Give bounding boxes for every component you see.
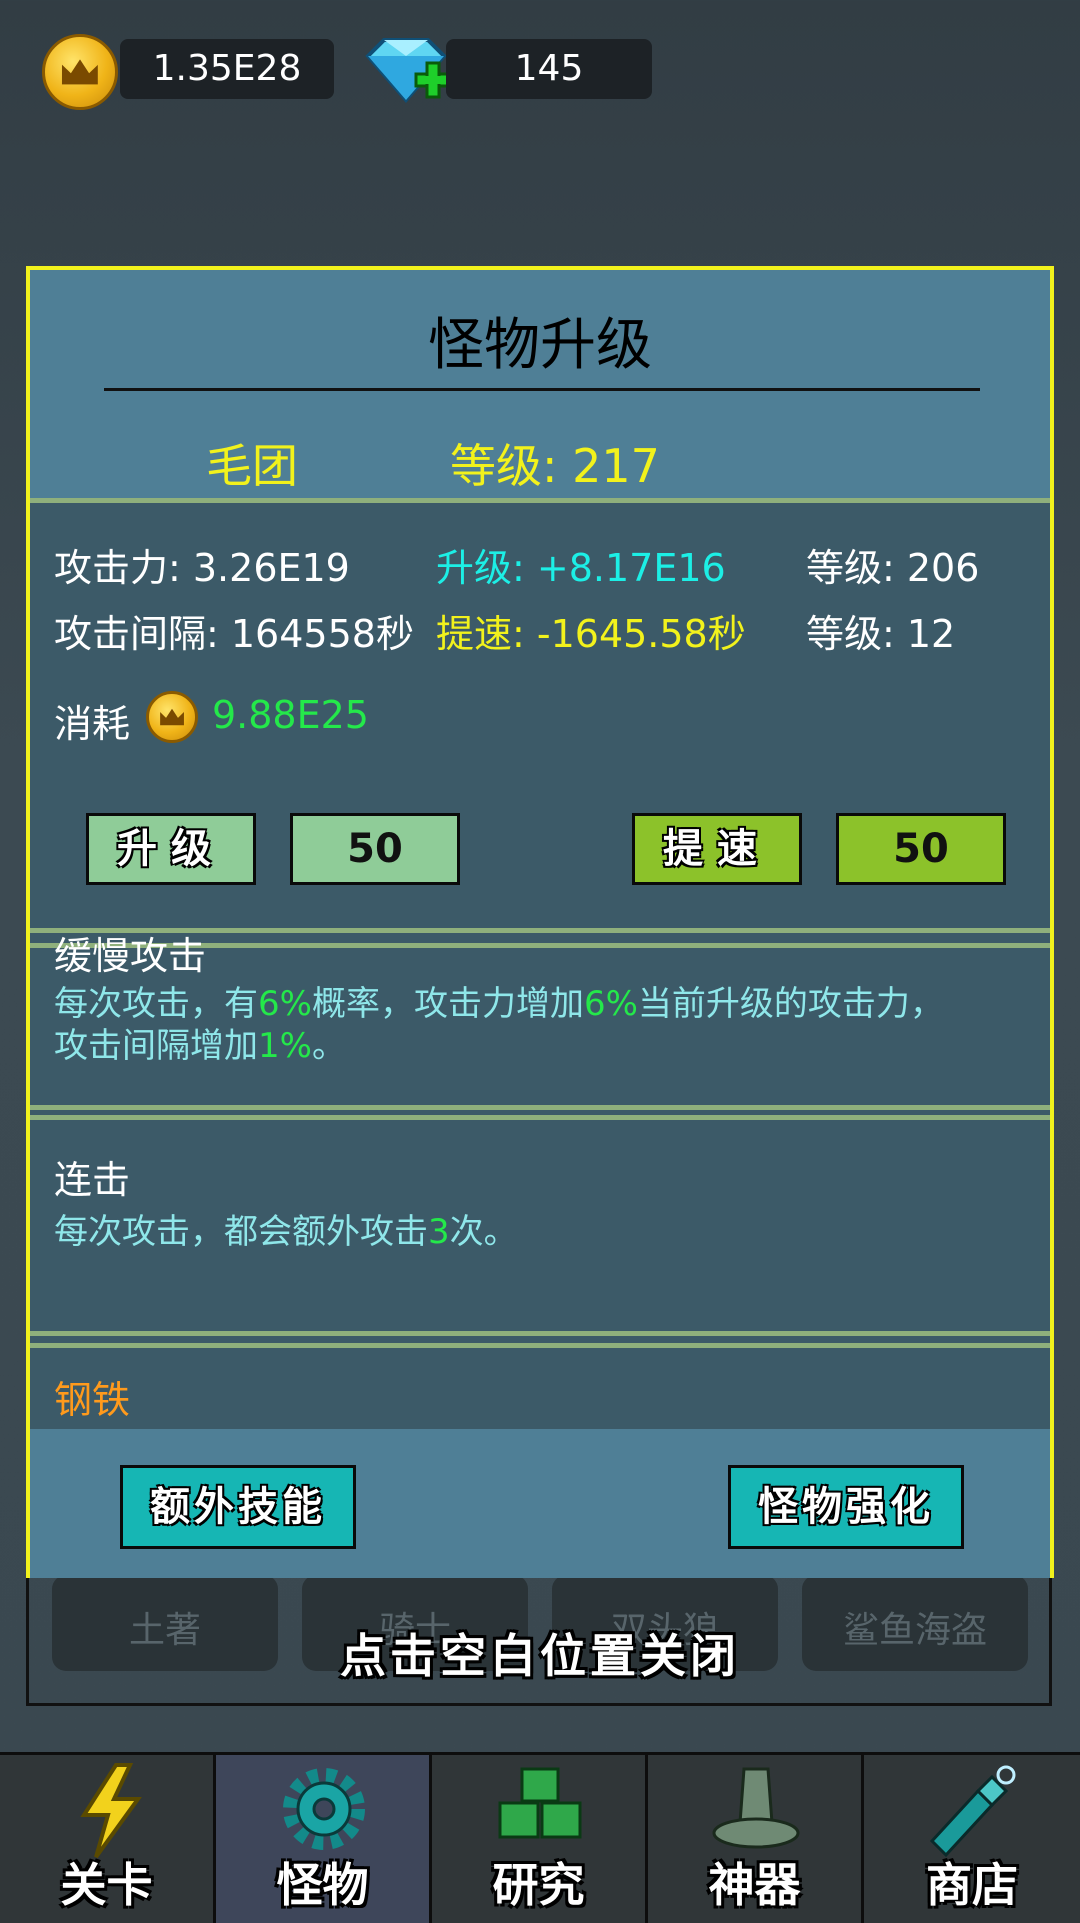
upgrade-button-label: 升级 (117, 826, 225, 872)
lightning-icon (80, 1763, 142, 1859)
bottle-icon (929, 1765, 1016, 1858)
extra-skill-button[interactable]: 额外技能 (120, 1465, 356, 1549)
upgrade-quantity-label: 50 (347, 826, 403, 872)
title-divider (104, 388, 980, 391)
skill-value: 6% (258, 984, 312, 1024)
bottom-nav: 关卡 怪物 研究 神器 商店 (0, 1752, 1080, 1923)
tab-stage[interactable]: 关卡 (0, 1755, 216, 1923)
tab-monster[interactable]: 怪物 (216, 1755, 432, 1923)
skill-text: 。 (311, 1026, 346, 1066)
skill-description: 每次攻击，都会额外攻击3次。 (54, 1211, 1014, 1253)
skill-value: 1% (258, 1026, 312, 1066)
monster-level: 等级: 217 (450, 439, 660, 493)
skill-title: 缓慢攻击 (54, 934, 207, 978)
attack-stat: 攻击力: 3.26E19 (54, 546, 350, 590)
skill-text: 当前升级的攻击力， (637, 984, 944, 1024)
skill-text: 概率，攻击力增加 (311, 984, 584, 1024)
skill-description: 每次攻击，有6%概率，攻击力增加6%当前升级的攻击力， 攻击间隔增加1%。 (54, 983, 1014, 1067)
diamond-value: 145 (514, 48, 584, 89)
dialog-title: 怪物升级 (428, 313, 652, 378)
divider (30, 1115, 1050, 1120)
gold-coin-icon (42, 34, 118, 110)
tab-shop[interactable]: 商店 (864, 1755, 1080, 1923)
tab-label: 神器 (708, 1858, 801, 1912)
close-hint[interactable]: 点击空白位置关闭 (0, 1620, 1080, 1686)
skill-title: 连击 (54, 1158, 131, 1202)
skill-title: 钢铁 (54, 1378, 131, 1422)
attack-level: 等级: 206 (806, 546, 980, 590)
stats-section: 攻击力: 3.26E19 升级: +8.17E16 等级: 206 攻击间隔: … (30, 503, 1050, 931)
cost-value: 9.88E25 (212, 693, 369, 737)
speed-quantity-label: 50 (893, 826, 949, 872)
skill-value: 6% (583, 984, 638, 1024)
skill-text: 攻击间隔增加 (54, 1026, 258, 1066)
blocks-icon (498, 1767, 582, 1839)
tab-artifact[interactable]: 神器 (648, 1755, 864, 1923)
speed-quantity-button[interactable]: 50 (836, 813, 1006, 885)
dialog-footer: 额外技能 怪物强化 (30, 1429, 1050, 1578)
upgrade-button[interactable]: 升级 (86, 813, 256, 885)
bell-icon (712, 1767, 800, 1849)
monster-enhance-label: 怪物强化 (758, 1484, 934, 1530)
monster-name: 毛团 (206, 439, 298, 493)
monster-upgrade-dialog: 怪物升级 毛团 等级: 217 攻击力: 3.26E19 升级: +8.17E1… (26, 266, 1054, 1578)
cost-label: 消耗 (54, 702, 131, 746)
tab-label: 商店 (926, 1858, 1018, 1912)
divider (30, 1331, 1050, 1336)
tab-label: 关卡 (60, 1858, 153, 1912)
skill-text: 每次攻击，都会额外攻击 (54, 1212, 428, 1252)
monster-enhance-button[interactable]: 怪物强化 (728, 1465, 964, 1549)
speed-level: 等级: 12 (806, 612, 956, 656)
upgrade-quantity-button[interactable]: 50 (290, 813, 460, 885)
divider (30, 1343, 1050, 1348)
tab-label: 研究 (492, 1858, 585, 1912)
tab-research[interactable]: 研究 (432, 1755, 648, 1923)
speed-button[interactable]: 提速 (632, 813, 802, 885)
diamond-amount: 145 (446, 39, 652, 99)
extra-skill-label: 额外技能 (150, 1484, 326, 1530)
diamond-plus-icon[interactable] (358, 34, 454, 110)
gold-value: 1.35E28 (152, 48, 302, 89)
interval-stat: 攻击间隔: 164558秒 (54, 612, 414, 656)
gear-icon (283, 1768, 365, 1850)
speed-button-label: 提速 (663, 826, 771, 872)
upgrade-gain: 升级: +8.17E16 (436, 546, 726, 590)
speed-gain: 提速: -1645.58秒 (436, 612, 746, 656)
gold-coin-icon (146, 691, 198, 743)
skill-text: 次。 (449, 1212, 518, 1252)
tab-label: 怪物 (276, 1858, 369, 1912)
skill-value: 3 (428, 1212, 450, 1252)
skill-text: 每次攻击，有 (54, 984, 258, 1024)
divider (30, 1105, 1050, 1110)
skill-list[interactable]: 缓慢攻击 每次攻击，有6%概率，攻击力增加6%当前升级的攻击力， 攻击间隔增加1%… (30, 933, 1050, 1429)
gold-amount: 1.35E28 (120, 39, 334, 99)
